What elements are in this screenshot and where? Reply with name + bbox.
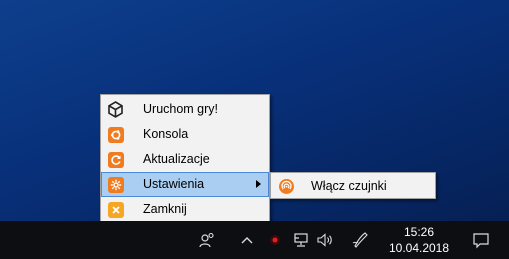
unity-logo-icon [107, 101, 124, 118]
close-icon [107, 201, 124, 218]
network-icon[interactable] [290, 229, 312, 251]
clock-time: 15:26 [403, 225, 435, 239]
action-center-icon[interactable] [470, 229, 492, 251]
volume-icon[interactable] [314, 229, 336, 251]
submenu-item-enable-sensors[interactable]: Włącz czujnki [271, 173, 435, 198]
menu-item-close[interactable]: Zamknij [101, 197, 269, 222]
taskbar: 15:26 10.04.2018 [0, 221, 509, 259]
ubuntu-console-icon [107, 126, 124, 143]
chevron-up-icon[interactable] [236, 229, 258, 251]
menu-item-label: Ustawienia [143, 177, 205, 191]
menu-item-label: Konsola [143, 127, 189, 141]
record-icon[interactable] [264, 229, 286, 251]
people-icon[interactable] [196, 229, 218, 251]
settings-submenu: Włącz czujnki [270, 172, 436, 199]
update-icon [107, 151, 124, 168]
tray-context-menu: Uruchom gry! Konsola Aktualizacje Ustawi… [100, 94, 270, 223]
menu-item-label: Aktualizacje [143, 152, 210, 166]
submenu-arrow-icon [256, 180, 261, 188]
menu-item-label: Zamknij [143, 202, 187, 216]
settings-icon [107, 176, 124, 193]
menu-item-updates[interactable]: Aktualizacje [101, 147, 269, 172]
sensor-icon [278, 178, 295, 195]
clock-date: 10.04.2018 [388, 241, 450, 255]
menu-item-run-games[interactable]: Uruchom gry! [101, 97, 269, 122]
menu-item-label: Uruchom gry! [143, 102, 219, 116]
submenu-item-label: Włącz czujnki [311, 179, 387, 193]
menu-item-console[interactable]: Konsola [101, 122, 269, 147]
menu-item-settings[interactable]: Ustawienia [101, 172, 269, 197]
pen-ink-icon[interactable] [350, 229, 372, 251]
clock[interactable]: 15:26 10.04.2018 [388, 223, 450, 257]
